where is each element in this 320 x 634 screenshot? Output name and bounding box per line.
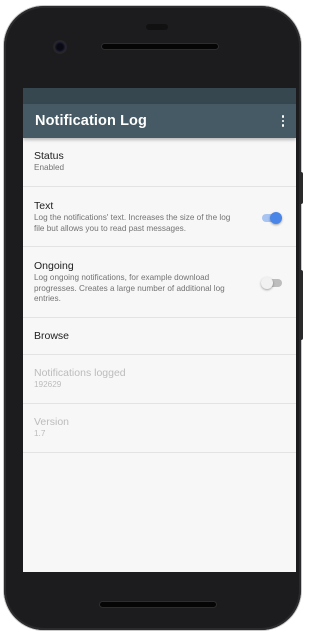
pref-logged-title: Notifications logged xyxy=(34,367,126,379)
pref-text-summary: Log the notifications' text. Increases t… xyxy=(34,213,231,233)
phone-frame: Notification Log Status Enabled Text Log… xyxy=(4,6,301,630)
ongoing-toggle[interactable] xyxy=(261,275,282,291)
volume-button xyxy=(299,270,303,340)
app-bar: Notification Log xyxy=(23,104,296,138)
pref-status[interactable]: Status Enabled xyxy=(23,138,296,187)
power-button xyxy=(299,172,303,204)
pref-status-summary: Enabled xyxy=(34,163,65,172)
front-camera xyxy=(55,42,65,52)
pref-logged-summary: 192629 xyxy=(34,380,62,389)
earpiece-speaker xyxy=(102,44,218,49)
pref-version-title: Version xyxy=(34,416,70,428)
pref-ongoing-summary: Log ongoing notifications, for example d… xyxy=(34,273,225,303)
status-bar xyxy=(23,88,296,104)
pref-ongoing-title: Ongoing xyxy=(34,260,74,272)
pref-ongoing[interactable]: Ongoing Log ongoing notifications, for e… xyxy=(23,247,296,318)
text-toggle-thumb xyxy=(270,212,282,224)
ongoing-toggle-thumb xyxy=(261,277,273,289)
pref-version: Version 1.7 xyxy=(23,404,296,453)
pref-status-title: Status xyxy=(34,150,64,162)
pref-browse[interactable]: Browse xyxy=(23,318,296,355)
more-vert-icon[interactable] xyxy=(280,111,287,131)
pref-browse-title: Browse xyxy=(34,330,70,342)
pref-text[interactable]: Text Log the notifications' text. Increa… xyxy=(23,187,296,247)
app-title: Notification Log xyxy=(35,113,147,129)
screen: Notification Log Status Enabled Text Log… xyxy=(23,88,296,572)
pref-version-summary: 1.7 xyxy=(34,429,46,438)
pref-notifications-logged: Notifications logged 192629 xyxy=(23,355,296,404)
text-toggle[interactable] xyxy=(262,210,282,226)
bottom-speaker xyxy=(100,602,216,607)
top-speaker-slot xyxy=(146,24,168,30)
pref-text-title: Text xyxy=(34,200,54,212)
